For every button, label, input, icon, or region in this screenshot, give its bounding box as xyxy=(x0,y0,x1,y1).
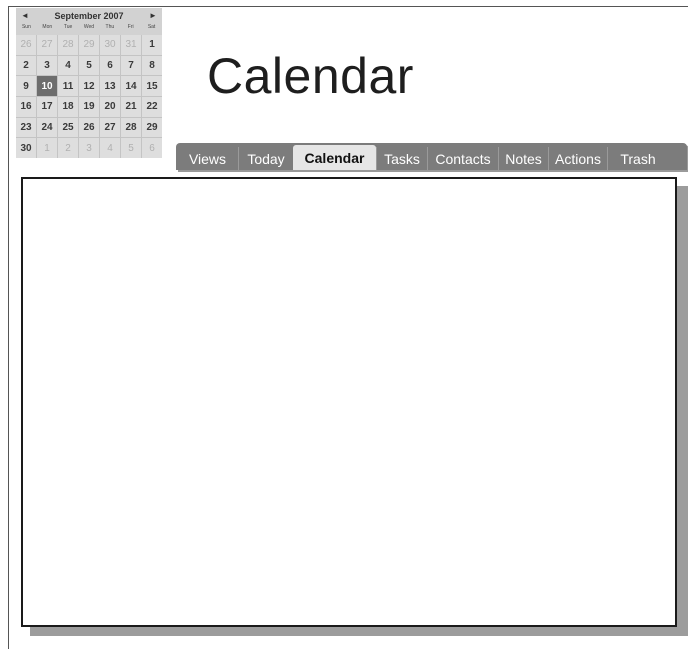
mini-calendar-day[interactable]: 18 xyxy=(58,96,78,117)
tab-contacts[interactable]: Contacts xyxy=(427,147,498,170)
weekday-label: Sat xyxy=(147,24,156,30)
mini-calendar-day[interactable]: 6 xyxy=(142,138,162,158)
mini-calendar-header: ◄ September 2007 ► xyxy=(16,8,162,23)
mini-calendar-day[interactable]: 27 xyxy=(37,35,57,55)
mini-calendar-day[interactable]: 3 xyxy=(79,138,99,158)
tab-calendar[interactable]: Calendar xyxy=(293,145,376,170)
tab-notes[interactable]: Notes xyxy=(498,147,548,170)
mini-calendar-day[interactable]: 6 xyxy=(100,55,120,76)
mini-calendar-day[interactable]: 12 xyxy=(79,76,99,96)
mini-calendar-day[interactable]: 24 xyxy=(37,117,57,138)
mini-calendar-day[interactable]: 30 xyxy=(16,138,36,158)
tab-bar: Views Today Calendar Tasks Contacts Notes Acti… xyxy=(176,143,687,170)
tab-actions[interactable]: Actions xyxy=(548,147,607,170)
mini-calendar-day[interactable]: 31 xyxy=(121,35,141,55)
tab-views[interactable]: Views xyxy=(177,147,238,170)
tab-trash[interactable]: Trash xyxy=(607,147,668,170)
mini-calendar-day[interactable]: 28 xyxy=(58,35,78,55)
weekday-label: Mon xyxy=(42,24,53,30)
mini-calendar-day[interactable]: 26 xyxy=(16,35,36,55)
mini-calendar: ◄ September 2007 ► Sun Mon Tue Wed Thu Fri Sat… xyxy=(16,8,162,158)
tab-today[interactable]: Today xyxy=(238,147,293,170)
mini-calendar-day[interactable]: 4 xyxy=(58,55,78,76)
mini-calendar-day[interactable]: 23 xyxy=(16,117,36,138)
mini-calendar-day[interactable]: 26 xyxy=(79,117,99,138)
mini-calendar-day[interactable]: 19 xyxy=(79,96,99,117)
mini-calendar-day[interactable]: 29 xyxy=(142,117,162,138)
frame-top-border xyxy=(8,6,688,7)
mini-calendar-day[interactable]: 29 xyxy=(79,35,99,55)
mini-calendar-day[interactable]: 22 xyxy=(142,96,162,117)
mini-calendar-day[interactable]: 25 xyxy=(58,117,78,138)
mini-calendar-title: September 2007 xyxy=(54,10,124,21)
mini-calendar-day[interactable]: 14 xyxy=(121,76,141,96)
mini-calendar-day[interactable]: 16 xyxy=(16,96,36,117)
mini-calendar-day[interactable]: 30 xyxy=(100,35,120,55)
weekday-label: Fri xyxy=(127,24,134,30)
page-title: Calendar xyxy=(207,48,414,104)
mini-calendar-day[interactable]: 11 xyxy=(58,76,78,96)
mini-calendar-day[interactable]: 8 xyxy=(142,55,162,76)
mini-calendar-day[interactable]: 3 xyxy=(37,55,57,76)
mini-calendar-day[interactable]: 15 xyxy=(142,76,162,96)
frame-left-border xyxy=(8,6,9,649)
mini-calendar-day[interactable]: 1 xyxy=(37,138,57,158)
mini-calendar-day[interactable]: 28 xyxy=(121,117,141,138)
weekday-label: Thu xyxy=(105,24,115,30)
next-month-icon[interactable]: ► xyxy=(144,11,162,20)
content-pane xyxy=(21,177,677,627)
mini-calendar-day[interactable]: 9 xyxy=(16,76,36,96)
mini-calendar-day[interactable]: 13 xyxy=(100,76,120,96)
mini-calendar-day[interactable]: 17 xyxy=(37,96,57,117)
mini-calendar-day[interactable]: 5 xyxy=(79,55,99,76)
mini-calendar-day[interactable]: 20 xyxy=(100,96,120,117)
mini-calendar-day[interactable]: 5 xyxy=(121,138,141,158)
mini-calendar-day[interactable]: 2 xyxy=(58,138,78,158)
weekday-label: Wed xyxy=(83,24,95,30)
prev-month-icon[interactable]: ◄ xyxy=(16,11,34,20)
mini-calendar-day[interactable]: 7 xyxy=(121,55,141,76)
mini-calendar-day[interactable]: 2 xyxy=(16,55,36,76)
mini-calendar-day-today[interactable]: 10 xyxy=(37,76,57,96)
weekday-label: Tue xyxy=(63,24,73,30)
mini-calendar-day[interactable]: 27 xyxy=(100,117,120,138)
weekday-label: Sun xyxy=(21,24,31,30)
mini-calendar-grid: 26 27 28 29 30 31 1 2 3 4 5 6 7 8 9 10 11 12 13 14 15 16 17 18 1… xyxy=(16,35,162,158)
tab-tasks[interactable]: Tasks xyxy=(376,147,427,170)
weekday-header-row: Sun Mon Tue Wed Thu Fri Sat xyxy=(16,24,162,32)
mini-calendar-day[interactable]: 4 xyxy=(100,138,120,158)
mini-calendar-day[interactable]: 1 xyxy=(142,35,162,55)
mini-calendar-day[interactable]: 21 xyxy=(121,96,141,117)
